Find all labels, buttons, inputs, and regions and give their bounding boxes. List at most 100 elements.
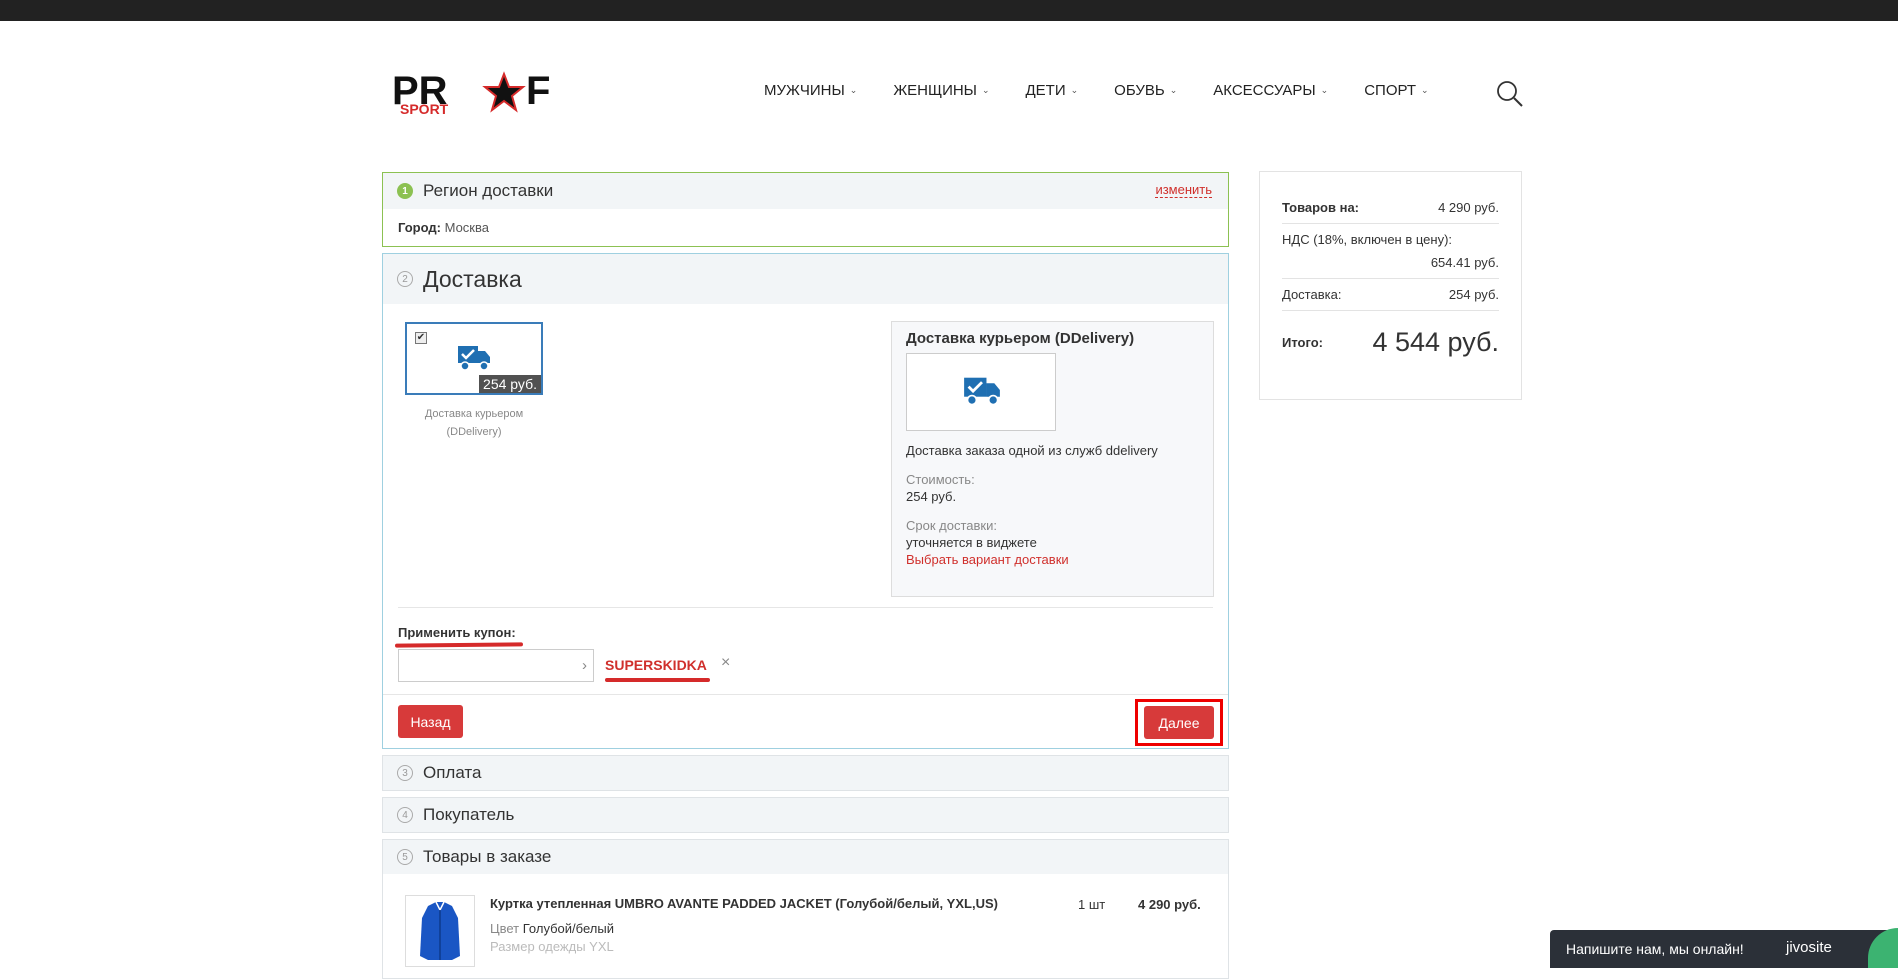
chat-text: Напишите нам, мы онлайн! <box>1566 941 1744 957</box>
step-number: 5 <box>397 849 413 865</box>
top-bar <box>0 0 1898 21</box>
city-value: Москва <box>444 220 489 235</box>
chat-status-indicator <box>1868 928 1898 968</box>
svg-text:SPORT: SPORT <box>400 101 449 116</box>
chevron-right-icon[interactable]: › <box>582 657 587 674</box>
change-region-link[interactable]: изменить <box>1155 183 1212 198</box>
chevron-down-icon: ⌄ <box>1421 85 1429 95</box>
buyer-section[interactable]: 4 Покупатель <box>382 797 1229 833</box>
product-image[interactable] <box>405 895 475 967</box>
region-title: Регион доставки <box>423 181 554 200</box>
annotation-underline <box>394 642 524 648</box>
delivery-description: Доставка заказа одной из служб ddelivery <box>906 443 1158 458</box>
truck-icon <box>457 343 491 376</box>
product-title[interactable]: Куртка утепленная UMBRO AVANTE PADDED JA… <box>490 896 1050 911</box>
region-section: 1 Регион доставки изменить Город: Москва <box>382 172 1229 247</box>
product-price: 4 290 руб. <box>1138 897 1201 912</box>
logo[interactable]: PR F SPORT <box>392 69 568 117</box>
choose-delivery-link[interactable]: Выбрать вариант доставки <box>906 552 1199 567</box>
vat-value: 654.41 руб. <box>1430 255 1499 270</box>
nav-label: ДЕТИ <box>1025 82 1066 99</box>
buyer-title: Покупатель <box>423 805 515 824</box>
goods-label: Товаров на: <box>1282 200 1360 215</box>
buyer-header: 4 Покупатель <box>383 798 1228 832</box>
vat-row: НДС (18%, включен в цену): 654.41 руб. <box>1282 224 1499 279</box>
step-number: 2 <box>397 271 413 287</box>
goods-value: 4 290 руб. <box>1438 200 1499 215</box>
coupon-input[interactable]: › <box>398 649 594 682</box>
next-button[interactable]: Далее <box>1144 706 1214 739</box>
nav-item-shoes[interactable]: ОБУВЬ ⌄ <box>1114 82 1177 99</box>
applied-coupon-code: SUPERSKIDKA <box>605 657 707 673</box>
remove-coupon-icon[interactable]: × <box>721 654 730 672</box>
total-row: Итого: 4 544 руб. <box>1282 311 1499 358</box>
order-items-section: 5 Товары в заказе Куртка утепленная UMBR… <box>382 839 1229 979</box>
nav-label: АКСЕССУАРЫ <box>1213 82 1316 99</box>
payment-title: Оплата <box>423 763 482 782</box>
chat-brand: jivosite <box>1786 939 1832 956</box>
nav-item-sport[interactable]: СПОРТ ⌄ <box>1364 82 1428 99</box>
delivery-option-price: 254 руб. <box>479 375 541 393</box>
delivery-option-checkbox[interactable]: ✔ <box>415 332 427 344</box>
delivery-section: 2 Доставка ✔ 254 руб. Доставка курьером … <box>382 253 1229 749</box>
region-header: 1 Регион доставки <box>383 173 1228 209</box>
city-line: Город: Москва <box>398 220 489 235</box>
goods-row: Товаров на: 4 290 руб. <box>1282 192 1499 224</box>
delivery-title: Доставка <box>423 265 522 292</box>
delivery-detail-image <box>906 353 1056 431</box>
delivery-option-name: Доставка курьером (DDelivery) <box>424 408 524 438</box>
payment-header: 3 Оплата <box>383 756 1228 790</box>
check-icon: 1 <box>397 183 413 199</box>
order-summary: Товаров на: 4 290 руб. НДС (18%, включен… <box>1259 171 1522 400</box>
chevron-down-icon: ⌄ <box>849 85 858 95</box>
search-icon[interactable] <box>1496 80 1524 108</box>
items-header: 5 Товары в заказе <box>383 840 1228 874</box>
truck-icon <box>963 374 1001 411</box>
product-qty: 1 шт <box>1078 897 1106 912</box>
cost-value: 254 руб. <box>906 489 957 504</box>
delivery-cost-row: Доставка: 254 руб. <box>1282 279 1499 311</box>
vat-label: НДС (18%, включен в цену): <box>1282 232 1453 247</box>
coupon-label: Применить купон: <box>398 625 516 640</box>
delivery-option-card[interactable]: ✔ 254 руб. <box>405 322 543 395</box>
delivery-cost-value: 254 руб. <box>1448 287 1499 302</box>
nav-label: СПОРТ <box>1364 82 1416 99</box>
step-number: 3 <box>397 765 413 781</box>
nav-label: МУЖЧИНЫ <box>764 82 845 99</box>
delivery-detail-title: Доставка курьером (DDelivery) <box>906 330 1135 347</box>
color-value: Голубой/белый <box>522 921 614 936</box>
nav-label: ЖЕНЩИНЫ <box>893 82 977 99</box>
product-color: Цвет Голубой/белый <box>490 921 614 936</box>
annotation-highlight-box: Далее <box>1135 699 1223 746</box>
nav-item-accessories[interactable]: АКСЕССУАРЫ ⌄ <box>1213 82 1328 99</box>
total-label: Итого: <box>1282 335 1323 350</box>
cost-label: Стоимость: <box>906 472 975 487</box>
nav-item-kids[interactable]: ДЕТИ ⌄ <box>1026 82 1079 99</box>
chevron-down-icon: ⌄ <box>1070 85 1079 95</box>
total-value: 4 544 руб. <box>1372 327 1499 357</box>
svg-text:F: F <box>526 70 550 113</box>
chevron-down-icon: ⌄ <box>981 85 990 95</box>
delivery-time-label: Срок доставки: <box>906 518 997 533</box>
delivery-detail-panel: Доставка курьером (DDelivery) Доставка з… <box>891 321 1214 597</box>
nav-item-women[interactable]: ЖЕНЩИНЫ ⌄ <box>893 82 989 99</box>
annotation-underline <box>605 678 710 682</box>
product-size: Размер одежды YXL <box>490 939 614 954</box>
city-label: Город: <box>398 220 441 235</box>
step-number: 4 <box>397 807 413 823</box>
nav-label: ОБУВЬ <box>1114 82 1165 99</box>
color-label: Цвет <box>490 921 520 936</box>
items-title: Товары в заказе <box>423 847 552 866</box>
delivery-time-value: уточняется в виджете <box>906 535 1037 550</box>
delivery-header: 2 Доставка <box>383 254 1228 304</box>
delivery-cost-label: Доставка: <box>1282 287 1342 302</box>
nav-item-men[interactable]: МУЖЧИНЫ ⌄ <box>764 82 857 99</box>
payment-section[interactable]: 3 Оплата <box>382 755 1229 791</box>
chevron-down-icon: ⌄ <box>1320 85 1329 95</box>
main-nav: МУЖЧИНЫ ⌄ ЖЕНЩИНЫ ⌄ ДЕТИ ⌄ ОБУВЬ ⌄ АКСЕССУАР… <box>764 82 1465 99</box>
divider <box>398 607 1213 608</box>
chat-widget[interactable]: Напишите нам, мы онлайн! jivosite <box>1550 928 1898 968</box>
step-nav-row: Назад Далее <box>383 694 1228 749</box>
chevron-down-icon: ⌄ <box>1169 85 1178 95</box>
back-button[interactable]: Назад <box>398 705 463 738</box>
